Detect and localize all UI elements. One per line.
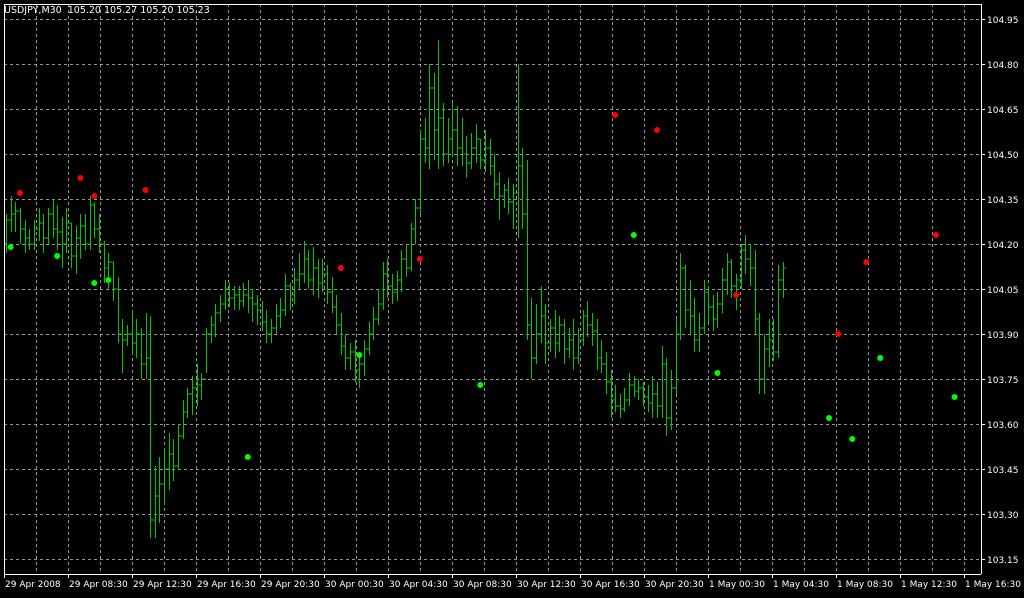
x-tick-label: 30 Apr 08:30 <box>453 580 512 590</box>
y-tick-label: 104.95 <box>987 16 1019 26</box>
x-tick-label: 1 May 04:30 <box>773 580 829 590</box>
y-tick-label: 104.20 <box>987 241 1019 251</box>
marker-low <box>951 394 958 400</box>
y-tick-label: 103.75 <box>987 376 1019 386</box>
y-tick-label: 103.90 <box>987 331 1019 341</box>
x-tick-label: 29 Apr 16:30 <box>197 580 256 590</box>
price-chart[interactable]: 104.95 104.80 104.65 104.50 104.35 104.20 104.… <box>0 0 1024 594</box>
marker-low <box>630 232 637 238</box>
x-tick-label: 30 Apr 16:30 <box>581 580 640 590</box>
marker-high <box>612 112 619 118</box>
marker-high <box>416 256 423 262</box>
y-tick-label: 103.60 <box>987 421 1019 431</box>
marker-high <box>16 190 23 196</box>
marker-low <box>714 370 721 376</box>
marker-low <box>91 280 98 286</box>
marker-high <box>863 259 870 265</box>
symbol-label: USDJPY,M30 105.20 105.27 105.20 105.23 <box>4 5 210 16</box>
x-tick-label: 1 May 08:30 <box>837 580 893 590</box>
y-tick-label: 104.35 <box>987 196 1019 206</box>
x-tick-label: 29 Apr 12:30 <box>133 580 192 590</box>
x-tick-label: 29 Apr 2008 <box>5 580 61 590</box>
y-tick-label: 104.05 <box>987 286 1019 296</box>
marker-high <box>77 175 84 181</box>
marker-low <box>105 277 112 283</box>
y-tick-label: 104.65 <box>987 106 1019 116</box>
y-tick-label: 104.50 <box>987 151 1019 161</box>
marker-low <box>54 253 61 259</box>
marker-low <box>356 352 363 358</box>
marker-low <box>877 355 884 361</box>
chart-area[interactable]: 104.95 104.80 104.65 104.50 104.35 104.20 104.… <box>0 0 1024 594</box>
x-tick-label: 30 Apr 00:30 <box>325 580 384 590</box>
y-tick-label: 103.15 <box>987 556 1019 566</box>
x-tick-label: 29 Apr 08:30 <box>69 580 128 590</box>
marker-high <box>337 265 344 271</box>
marker-high <box>835 331 842 337</box>
x-tick-label: 1 May 00:30 <box>709 580 765 590</box>
x-tick-label: 29 Apr 20:30 <box>261 580 320 590</box>
marker-high <box>933 232 939 238</box>
marker-low <box>244 454 251 460</box>
marker-low <box>849 436 856 442</box>
y-tick-label: 103.30 <box>987 511 1019 521</box>
marker-high <box>733 292 740 298</box>
y-tick-label: 103.45 <box>987 466 1019 476</box>
x-tick-label: 1 May 12:30 <box>901 580 957 590</box>
x-tick-label: 30 Apr 20:30 <box>645 580 704 590</box>
x-tick-label: 30 Apr 12:30 <box>517 580 576 590</box>
x-tick-label: 30 Apr 04:30 <box>389 580 448 590</box>
x-tick-label: 1 May 16:30 <box>965 580 1021 590</box>
marker-high <box>142 187 149 193</box>
marker-low <box>826 415 833 421</box>
marker-high <box>91 193 98 199</box>
marker-low <box>7 244 14 250</box>
marker-high <box>654 127 660 133</box>
y-tick-label: 104.80 <box>987 61 1019 71</box>
chart-background <box>0 0 1024 594</box>
marker-low <box>477 382 484 388</box>
